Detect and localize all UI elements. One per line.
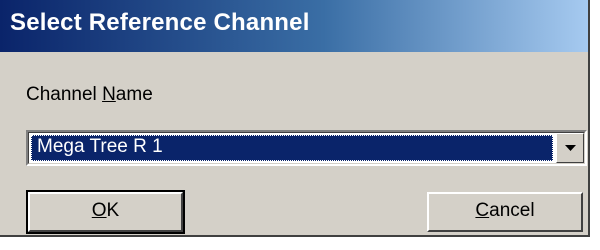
dropdown-arrow-button[interactable]: [556, 133, 584, 163]
select-reference-channel-dialog: Select Reference Channel Channel Name Me…: [0, 0, 590, 237]
ok-mnemonic: O: [91, 200, 107, 221]
label-part-1: Channel: [26, 84, 103, 105]
channel-name-label: Channel Name: [26, 84, 153, 106]
channel-name-dropdown[interactable]: Mega Tree R 1: [26, 130, 587, 166]
label-mnemonic: N: [102, 84, 116, 105]
title-bar[interactable]: Select Reference Channel: [0, 0, 588, 52]
ok-label-rest: K: [106, 200, 120, 221]
cancel-button[interactable]: Cancel: [427, 192, 583, 232]
cancel-mnemonic: C: [475, 200, 490, 221]
ok-button[interactable]: OK: [26, 190, 185, 234]
cancel-label-rest: ancel: [489, 200, 535, 221]
label-part-2: ame: [115, 84, 153, 105]
chevron-down-icon: [565, 145, 576, 151]
channel-name-selected-value[interactable]: Mega Tree R 1: [31, 135, 553, 161]
window-title: Select Reference Channel: [10, 9, 310, 36]
